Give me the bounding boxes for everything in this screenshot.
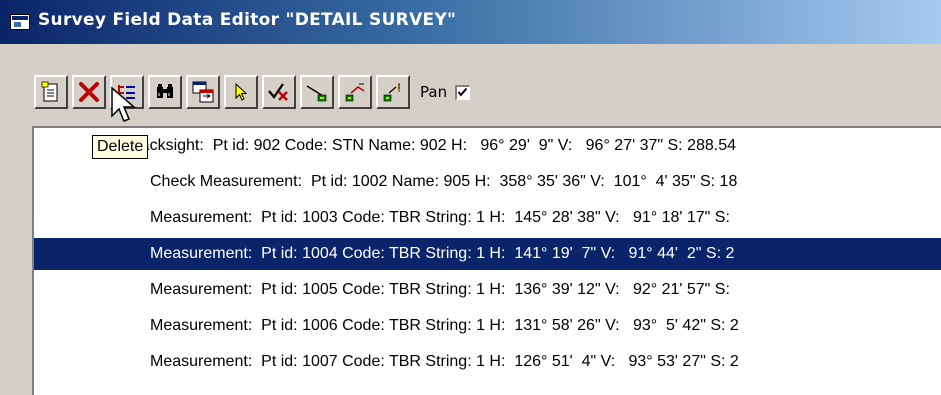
pointer-select-button[interactable]: [224, 75, 258, 109]
title-bar[interactable]: Survey Field Data Editor "DETAIL SURVEY": [0, 0, 941, 44]
new-record-icon: [41, 81, 58, 102]
delete-tooltip: Delete: [92, 135, 149, 159]
record-text: Measurement: Pt id: 1007 Code: TBR Strin…: [150, 353, 739, 370]
check-measurement-button[interactable]: [262, 75, 296, 109]
list-item[interactable]: Measurement: Pt id: 1007 Code: TBR Strin…: [150, 346, 739, 378]
string-line-icon: [345, 83, 365, 102]
record-text: Measurement: Pt id: 1003 Code: TBR Strin…: [150, 209, 730, 226]
delete-icon: [79, 82, 99, 102]
string-edit-button[interactable]: [376, 75, 410, 109]
string-edit-icon: [383, 83, 400, 102]
mouse-cursor-icon: [111, 86, 136, 122]
list-item[interactable]: Backsight: Pt id: 902 Code: STN Name: 90…: [130, 130, 736, 162]
list-item[interactable]: Measurement: Pt id: 1006 Code: TBR Strin…: [150, 310, 739, 342]
pan-label: Pan: [420, 83, 448, 101]
record-text: Measurement: Pt id: 1004 Code: TBR Strin…: [150, 245, 735, 262]
checkmark-icon: [457, 87, 468, 97]
copy-window-icon: [192, 81, 214, 103]
pointer-icon: [235, 82, 248, 101]
list-item[interactable]: Check Measurement: Pt id: 1002 Name: 905…: [150, 166, 737, 198]
copy-window-button[interactable]: [186, 75, 220, 109]
record-text: Backsight: Pt id: 902 Code: STN Name: 90…: [130, 137, 737, 154]
delete-button[interactable]: [72, 75, 106, 109]
survey-editor-window: Survey Field Data Editor "DETAIL SURVEY": [0, 0, 941, 395]
check-measurement-icon: [268, 83, 288, 101]
find-button[interactable]: [148, 75, 182, 109]
toolbar: Pan: [34, 74, 471, 110]
record-text: Measurement: Pt id: 1006 Code: TBR Strin…: [150, 317, 739, 334]
window-title: Survey Field Data Editor "DETAIL SURVEY": [38, 10, 457, 30]
new-record-button[interactable]: [34, 75, 68, 109]
list-item[interactable]: Measurement: Pt id: 1005 Code: TBR Strin…: [150, 274, 730, 306]
record-text: Measurement: Pt id: 1005 Code: TBR Strin…: [150, 281, 730, 298]
binoculars-icon: [157, 84, 173, 98]
string-line-button[interactable]: [338, 75, 372, 109]
record-text: Check Measurement: Pt id: 1002 Name: 905…: [150, 173, 738, 190]
pan-checkbox[interactable]: [455, 84, 471, 100]
survey-record-list[interactable]: Backsight: Pt id: 902 Code: STN Name: 90…: [32, 126, 941, 395]
backsight-button[interactable]: [300, 75, 334, 109]
window-app-icon: [10, 14, 30, 30]
list-item-selected[interactable]: Measurement: Pt id: 1004 Code: TBR Strin…: [34, 238, 941, 270]
backsight-icon: [306, 85, 327, 102]
list-item[interactable]: Measurement: Pt id: 1003 Code: TBR Strin…: [150, 202, 730, 234]
